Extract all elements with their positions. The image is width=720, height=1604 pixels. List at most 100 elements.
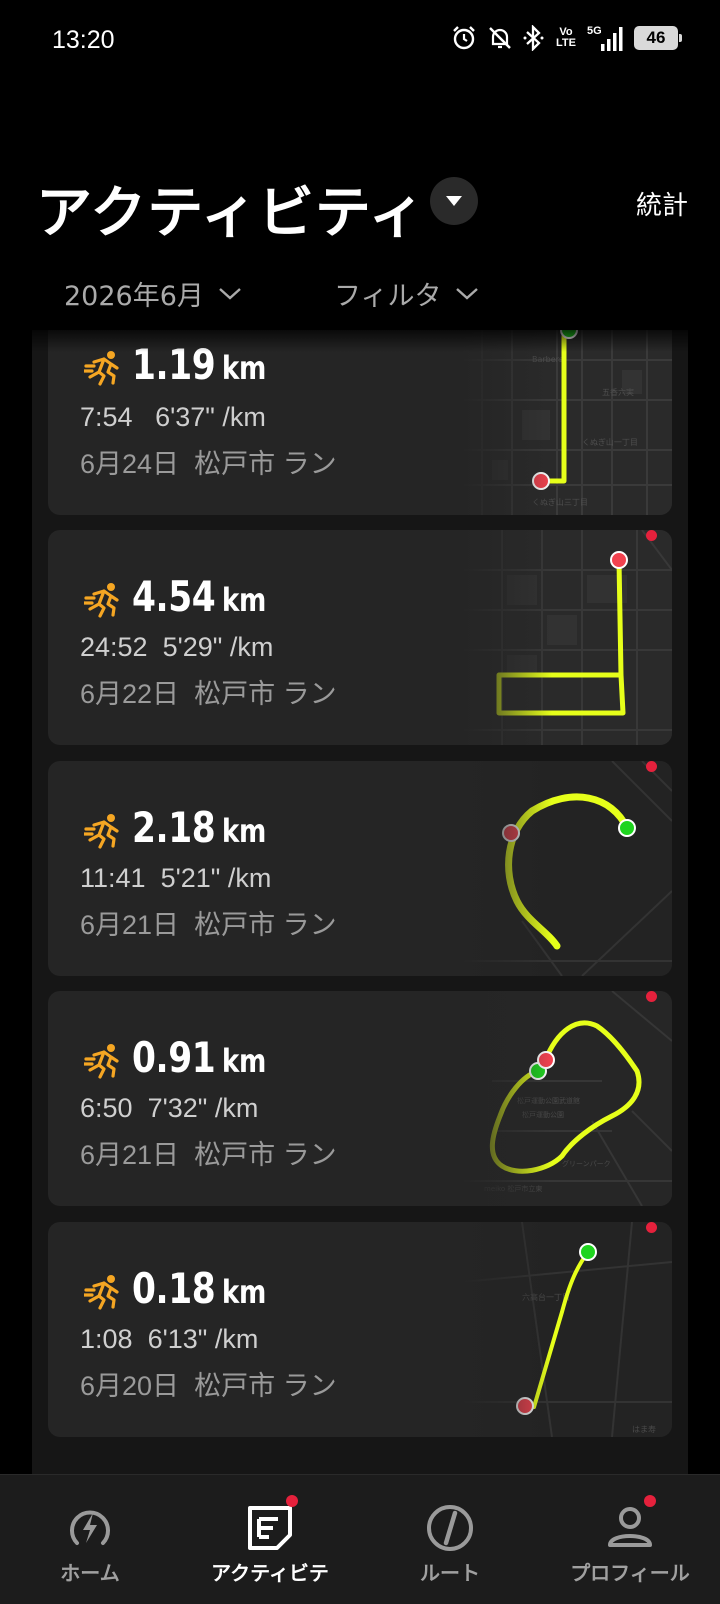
nav-home[interactable]: ホーム [0,1475,180,1604]
distance-unit: km [221,1273,266,1311]
nav-profile-badge [644,1495,656,1507]
activity-meta: 6月20日 松戸市 ラン [80,1364,337,1403]
activity-type: ラン [282,1140,337,1170]
activity-metrics: 24:52 5'29" /km [80,632,273,663]
activity-metrics: 11:41 5'21" /km [80,863,271,894]
distance-unit: km [221,1042,266,1080]
activity-place: 松戸市 [194,1140,276,1170]
nav-activity-label: アクティビテ [211,1561,329,1585]
activity-card[interactable]: 4.54 km 24:52 5'29" /km 6月22日 松戸市 ラン [48,530,672,745]
unread-badge [646,1222,657,1233]
activity-card[interactable]: 松戸運動公園武道館松戸運動公園グリーンパークmeiko 松戸市立東 0.91km… [48,991,672,1206]
distance-unit: km [221,812,266,850]
nav-activity[interactable]: アクティビテ [180,1475,360,1604]
nav-route[interactable]: ルート [360,1475,540,1604]
profile-icon [608,1507,652,1547]
caret-down-icon [446,196,462,206]
activity-date: 6月24日 [80,449,180,479]
svg-text:くぬぎ山一丁目: くぬぎ山一丁目 [582,437,638,447]
activity-meta: 6月22日 松戸市 ラン [80,672,337,711]
bottom-nav: ホーム アクティビテ ルート プロフィール [0,1474,720,1604]
activity-meta: 6月24日 松戸市 ラン [80,442,337,481]
nav-home-label: ホーム [60,1561,120,1585]
battery-icon: 46 [634,26,682,50]
activity-card[interactable]: 2.18 km 11:41 5'21" /km 6月21日 松戸市 ラン [48,761,672,976]
status-icons: Vo LTE 5G 46 [451,24,682,52]
activity-card[interactable]: Barbers五香六実くぬぎ山一丁目くぬぎ山三丁目 1.19km 7:54 6'… [48,330,672,515]
activity-metrics: 1:08 6'13" /km [80,1324,258,1355]
distance-number: 4.54 [132,572,216,621]
chevron-down-icon [219,287,241,300]
chevron-down-icon [456,287,479,300]
title-dropdown-button[interactable] [430,177,478,225]
run-icon [84,351,119,386]
status-time: 13:20 [52,26,115,54]
nav-activity-badge [286,1495,298,1507]
nav-profile[interactable]: プロフィール [540,1475,720,1604]
nav-profile-label: プロフィール [570,1561,690,1585]
alarm-icon [453,26,475,50]
duration: 1:08 [80,1324,133,1354]
activity-card[interactable]: 六高台一丁目はま寿 0.18km 1:08 6'13" /km 6月20日 松戸… [48,1222,672,1437]
distance-value: 0.18 km [132,1264,266,1313]
activity-place: 松戸市 [194,449,276,479]
bluetooth-icon [523,25,544,51]
run-icon [84,814,119,849]
unread-badge [646,530,657,541]
activity-meta: 6月21日 松戸市 ラン [80,1133,337,1172]
distance-number: 0.18 [132,1264,216,1313]
stats-button[interactable]: 統計 [636,185,688,222]
route-map [462,530,672,745]
filter-selector[interactable]: フィルタ [334,274,479,313]
activity-date: 6月21日 [80,1140,180,1170]
run-icon [84,1275,119,1310]
signal-icon: 5G [587,25,623,51]
pace: 5'21" /km [160,863,272,893]
status-bar: 13:20 Vo LTE 5G 46 [0,0,720,80]
unread-badge [646,761,657,772]
activity-date: 6月20日 [80,1371,180,1401]
pace: 6'13" /km [147,1324,259,1354]
start-marker [618,819,636,837]
page-title: アクティビティ [36,181,426,246]
month-selector[interactable]: 2026年6月 [64,274,242,313]
run-icon [84,583,119,618]
distance-unit: km [221,581,266,619]
activity-list[interactable]: Barbers五香六実くぬぎ山一丁目くぬぎ山三丁目 1.19km 7:54 6'… [32,330,688,1474]
unread-badge [646,991,657,1002]
activity-metrics: 7:54 6'37" /km [80,402,266,433]
pace: 6'37" /km [155,402,266,432]
filter-label: フィルタ [334,281,442,312]
activity-log-icon [248,1506,292,1550]
network-label: 5G [587,25,602,37]
route-map: 松戸運動公園武道館松戸運動公園グリーンパークmeiko 松戸市立東 [462,991,672,1206]
distance-number: 0.91 [132,1033,216,1082]
end-marker [610,551,628,569]
home-bolt-icon [70,1510,110,1545]
svg-text:グリーンパーク: グリーンパーク [562,1159,611,1168]
route-map [462,761,672,976]
month-label: 2026年6月 [64,281,204,312]
list-top-fade [32,322,688,352]
run-icon [84,1044,119,1079]
volte-icon: Vo LTE [556,26,576,49]
duration: 11:41 [80,863,146,893]
mute-icon [489,27,511,49]
activity-type: ラン [282,679,337,709]
pace: 5'29" /km [162,632,274,662]
activity-place: 松戸市 [194,1371,276,1401]
activity-type: ラン [282,910,337,940]
activity-meta: 6月21日 松戸市 ラン [80,903,337,942]
start-marker [579,1243,597,1261]
svg-text:五香六実: 五香六実 [602,387,634,397]
distance-value: 2.18 km [132,803,266,852]
duration: 7:54 [80,402,133,432]
distance-number: 2.18 [132,803,216,852]
activity-place: 松戸市 [194,910,276,940]
pace: 7'32" /km [147,1093,259,1123]
route-map: 六高台一丁目はま寿 [462,1222,672,1437]
duration: 6:50 [80,1093,133,1123]
route-map: Barbers五香六実くぬぎ山一丁目くぬぎ山三丁目 [462,330,672,515]
distance-value: 0.91 km [132,1033,266,1082]
activity-place: 松戸市 [194,679,276,709]
